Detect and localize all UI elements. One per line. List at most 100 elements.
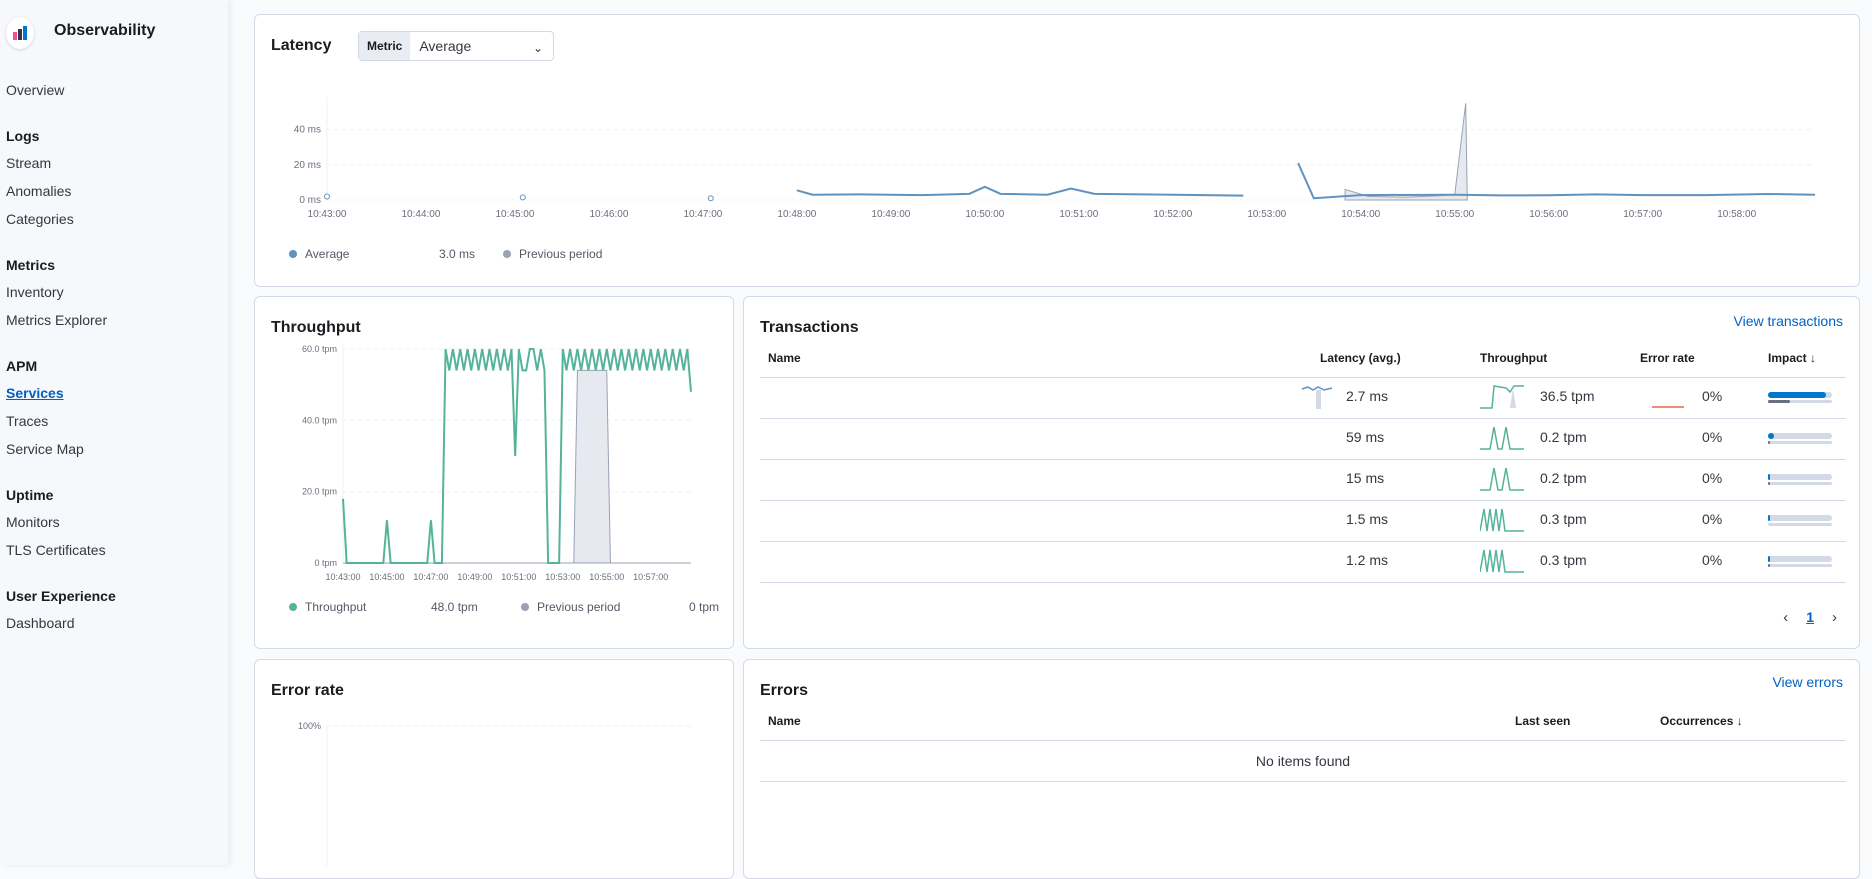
impact-previous-bar <box>1768 564 1832 567</box>
throughput-chart: 0 tpm 20.0 tpm 40.0 tpm 60.0 tpm 10:43:00 10:… <box>302 343 692 582</box>
col-name[interactable]: Name <box>760 339 1320 378</box>
metric-value: Average <box>419 38 472 54</box>
latency-panel: Latency Metric Average ⌄ 0 ms 20 ms 40 ms 10… <box>254 14 1860 287</box>
x-tick-label: 10:43:00 <box>308 209 347 220</box>
x-tick-label: 10:51:00 <box>1059 209 1098 220</box>
throughput-value: 0.3 tpm <box>1540 552 1587 568</box>
view-transactions-link[interactable]: View transactions <box>1734 313 1843 329</box>
view-errors-link[interactable]: View errors <box>1772 674 1843 690</box>
error-rate-value: 0% <box>1702 470 1723 486</box>
legend-previous: Previous period <box>537 600 621 614</box>
page-1[interactable]: 1 <box>1806 609 1814 626</box>
transaction-name[interactable] <box>760 418 1320 460</box>
col-latency[interactable]: Latency (avg.) <box>1320 339 1480 378</box>
transaction-name[interactable] <box>760 459 1320 501</box>
errors-title: Errors <box>760 682 809 699</box>
throughput-sparkline <box>1480 467 1524 491</box>
x-tick-label: 10:55:00 <box>589 572 624 582</box>
table-row[interactable]: 15 ms 0.2 tpm 0% <box>760 459 1846 501</box>
x-tick-label: 10:53:00 <box>1247 209 1286 220</box>
data-point <box>707 195 714 202</box>
x-tick-label: 10:44:00 <box>402 209 441 220</box>
chevron-down-icon: ⌄ <box>532 41 543 55</box>
sidebar-group-apm: APM <box>6 358 38 374</box>
error-rate-sparkline <box>1652 424 1686 450</box>
transaction-name[interactable] <box>760 500 1320 542</box>
latency-sparkline <box>1300 506 1334 532</box>
average-line <box>1297 162 1816 200</box>
sidebar-item-tls-certificates[interactable]: TLS Certificates <box>6 540 221 568</box>
throughput-title: Throughput <box>271 319 361 336</box>
table-row[interactable]: 1.5 ms 0.3 tpm 0% <box>760 500 1846 542</box>
legend-throughput-value: 48.0 tpm <box>431 600 478 614</box>
app-title: Observability <box>54 22 156 39</box>
latency-title: Latency <box>271 37 332 54</box>
x-tick-label: 10:56:00 <box>1529 209 1568 220</box>
legend-dot-throughput <box>289 603 297 611</box>
x-tick-label: 10:52:00 <box>1153 209 1192 220</box>
legend-throughput: Throughput <box>305 600 367 614</box>
latency-value: 1.5 ms <box>1346 511 1389 527</box>
transaction-name[interactable] <box>760 377 1320 419</box>
legend-dot-average <box>289 250 297 258</box>
errors-panel: Errors View errors Name Last seen Occurr… <box>743 659 1860 879</box>
error-rate-sparkline <box>1652 465 1686 491</box>
legend-previous: Previous period <box>519 247 603 261</box>
sidebar-item-anomalies[interactable]: Anomalies <box>6 181 221 209</box>
col-occurrences[interactable]: Occurrences ↓ <box>1660 702 1846 741</box>
table-row[interactable]: 1.2 ms 0.3 tpm 0% <box>760 541 1846 583</box>
sidebar-item-inventory[interactable]: Inventory <box>6 282 221 310</box>
sidebar-group-metrics: Metrics <box>6 257 56 273</box>
latency-value: 2.7 ms <box>1346 388 1389 404</box>
sort-down-icon: ↓ <box>1810 350 1817 365</box>
sidebar-group-uptime: Uptime <box>6 487 54 503</box>
sidebar-item-stream[interactable]: Stream <box>6 153 221 181</box>
pagination: ‹ 1 › <box>1783 609 1837 626</box>
throughput-value: 0.2 tpm <box>1540 470 1587 486</box>
impact-bar <box>1768 433 1832 439</box>
sidebar-item-service-map[interactable]: Service Map <box>6 439 221 467</box>
table-row[interactable]: 2.7 ms 36.5 tpm 0% <box>760 377 1846 419</box>
sidebar-item-services[interactable]: Services <box>6 383 221 411</box>
col-throughput[interactable]: Throughput <box>1480 339 1640 378</box>
legend-dot-previous <box>521 603 529 611</box>
metric-select[interactable]: Metric Average ⌄ <box>358 31 554 61</box>
sidebar-item-traces[interactable]: Traces <box>6 411 221 439</box>
x-tick-label: 10:55:00 <box>1435 209 1474 220</box>
sidebar-item-metrics-explorer[interactable]: Metrics Explorer <box>6 310 221 338</box>
latency-value: 1.2 ms <box>1346 552 1389 568</box>
next-page-icon[interactable]: › <box>1832 609 1837 626</box>
transaction-name[interactable] <box>760 541 1320 583</box>
x-tick-label: 10:49:00 <box>871 209 910 220</box>
col-error-rate[interactable]: Error rate <box>1640 339 1768 378</box>
sidebar-item-monitors[interactable]: Monitors <box>6 512 221 540</box>
sort-down-icon: ↓ <box>1736 713 1743 728</box>
sidebar-item-categories[interactable]: Categories <box>6 209 221 237</box>
x-tick-label: 10:48:00 <box>777 209 816 220</box>
error-rate-value: 0% <box>1702 429 1723 445</box>
data-point <box>324 193 330 200</box>
y-tick-label: 0 ms <box>299 195 321 206</box>
x-tick-label: 10:53:00 <box>545 572 580 582</box>
legend-average: Average <box>305 247 350 261</box>
sidebar-item-dashboard[interactable]: Dashboard <box>6 613 221 641</box>
latency-legend: Average 3.0 ms Previous period <box>289 247 602 261</box>
latency-sparkline <box>1300 547 1334 573</box>
throughput-value: 0.2 tpm <box>1540 429 1587 445</box>
sidebar: Observability Overview Logs Stream Anomali… <box>0 0 228 865</box>
table-row[interactable]: 59 ms 0.2 tpm 0% <box>760 418 1846 460</box>
y-tick-label: 0 tpm <box>314 558 337 568</box>
col-name[interactable]: Name <box>760 702 1515 741</box>
error-rate-sparkline <box>1652 406 1684 408</box>
legend-previous-value: 0 tpm <box>688 600 719 614</box>
empty-message: No items found <box>760 740 1846 782</box>
col-last-seen[interactable]: Last seen <box>1515 702 1660 741</box>
throughput-sparkline <box>1480 508 1524 532</box>
prev-page-icon[interactable]: ‹ <box>1783 609 1788 626</box>
previous-period-area <box>1344 103 1468 201</box>
latency-value: 15 ms <box>1346 470 1385 486</box>
col-impact[interactable]: Impact ↓ <box>1768 339 1846 378</box>
sidebar-item-overview[interactable]: Overview <box>6 80 221 108</box>
throughput-sparkline <box>1480 549 1524 573</box>
y-tick-label: 100% <box>298 721 321 731</box>
